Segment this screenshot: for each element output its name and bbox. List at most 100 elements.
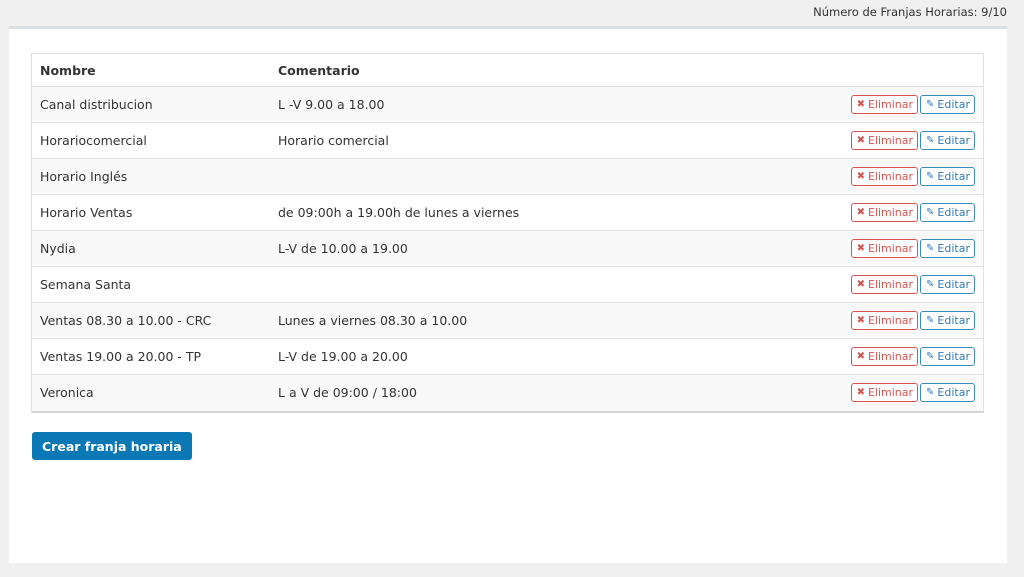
time-slot-comment: [270, 158, 732, 195]
delete-button[interactable]: ✖ Eliminar: [850, 203, 919, 222]
delete-button[interactable]: ✖ Eliminar: [850, 131, 919, 150]
delete-button-label: Eliminar: [867, 314, 914, 327]
row-actions: ✖ Eliminar ✎ Editar: [731, 266, 983, 303]
time-slot-name: Horario Inglés: [32, 158, 270, 195]
time-slot-name: Canal distribucion: [32, 86, 270, 123]
edit-button-label: Editar: [937, 206, 970, 219]
times-icon: ✖: [856, 98, 865, 110]
edit-button-label: Editar: [937, 242, 970, 255]
delete-button-label: Eliminar: [867, 278, 914, 291]
edit-button-label: Editar: [937, 350, 970, 363]
time-slot-comment: L-V de 10.00 a 19.00: [270, 230, 732, 267]
delete-button[interactable]: ✖ Eliminar: [850, 347, 919, 366]
time-slots-table-wrapper: Nombre Comentario Canal distribucion L -V…: [31, 53, 984, 413]
row-actions: ✖ Eliminar ✎ Editar: [731, 374, 983, 411]
time-slot-comment: de 09:00h a 19.00h de lunes a viernes: [270, 194, 732, 231]
pencil-icon: ✎: [926, 350, 935, 362]
column-header-actions: [731, 54, 983, 87]
delete-button[interactable]: ✖ Eliminar: [850, 95, 919, 114]
pencil-icon: ✎: [926, 98, 935, 110]
edit-button[interactable]: ✎ Editar: [920, 311, 975, 330]
edit-button[interactable]: ✎ Editar: [920, 383, 975, 403]
pencil-icon: ✎: [926, 170, 935, 182]
delete-button-label: Eliminar: [867, 386, 914, 400]
table-row: Horario Ventas de 09:00h a 19.00h de lune…: [32, 194, 983, 231]
time-slot-comment: Horario comercial: [270, 122, 732, 159]
top-bar: Número de Franjas Horarias: 9/10: [0, 0, 1024, 26]
time-slot-name: Ventas 08.30 a 10.00 - CRC: [32, 302, 270, 339]
pencil-icon: ✎: [926, 386, 935, 398]
times-icon: ✖: [856, 278, 865, 290]
time-slot-name: Semana Santa: [32, 266, 270, 303]
edit-button-label: Editar: [937, 134, 970, 147]
table-row: Ventas 19.00 a 20.00 - TP L-V de 19.00 a …: [32, 338, 983, 375]
table-row: Horario Inglés ✖ Eliminar ✎ Editar: [32, 158, 983, 195]
delete-button[interactable]: ✖ Eliminar: [850, 275, 919, 294]
time-slot-comment: L -V 9.00 a 18.00: [270, 86, 732, 123]
times-icon: ✖: [856, 350, 865, 362]
table-body: Canal distribucion L -V 9.00 a 18.00 ✖ Elim…: [32, 86, 983, 411]
pencil-icon: ✎: [926, 134, 935, 146]
time-slots-table: Nombre Comentario Canal distribucion L -V…: [32, 54, 983, 411]
edit-button[interactable]: ✎ Editar: [920, 131, 975, 150]
time-slot-comment: [270, 266, 732, 303]
content-panel: Nombre Comentario Canal distribucion L -V…: [9, 26, 1007, 563]
edit-button[interactable]: ✎ Editar: [920, 239, 975, 258]
edit-button-label: Editar: [937, 278, 970, 291]
edit-button[interactable]: ✎ Editar: [920, 347, 975, 366]
row-actions: ✖ Eliminar ✎ Editar: [731, 194, 983, 231]
time-slot-name: Horario Ventas: [32, 194, 270, 231]
delete-button[interactable]: ✖ Eliminar: [850, 383, 919, 403]
time-slot-name: Nydia: [32, 230, 270, 267]
table-row: Canal distribucion L -V 9.00 a 18.00 ✖ Elim…: [32, 86, 983, 123]
table-row: Ventas 08.30 a 10.00 - CRC Lunes a vierne…: [32, 302, 983, 339]
time-slot-comment: L a V de 09:00 / 18:00: [270, 374, 732, 411]
edit-button[interactable]: ✎ Editar: [920, 203, 975, 222]
time-slot-counter: Número de Franjas Horarias: 9/10: [813, 5, 1007, 19]
row-actions: ✖ Eliminar ✎ Editar: [731, 122, 983, 159]
pencil-icon: ✎: [926, 242, 935, 254]
times-icon: ✖: [856, 314, 865, 326]
time-slot-comment: Lunes a viernes 08.30 a 10.00: [270, 302, 732, 339]
edit-button[interactable]: ✎ Editar: [920, 167, 975, 186]
edit-button-label: Editar: [937, 314, 970, 327]
time-slot-comment: L-V de 19.00 a 20.00: [270, 338, 732, 375]
delete-button[interactable]: ✖ Eliminar: [850, 167, 919, 186]
row-actions: ✖ Eliminar ✎ Editar: [731, 158, 983, 195]
delete-button-label: Eliminar: [867, 98, 914, 111]
time-slot-name: Ventas 19.00 a 20.00 - TP: [32, 338, 270, 375]
pencil-icon: ✎: [926, 314, 935, 326]
delete-button-label: Eliminar: [867, 206, 914, 219]
table-row: Semana Santa ✖ Eliminar ✎ Editar: [32, 266, 983, 303]
times-icon: ✖: [856, 242, 865, 254]
column-header-comentario: Comentario: [270, 54, 732, 87]
row-actions: ✖ Eliminar ✎ Editar: [731, 338, 983, 375]
table-row: Veronica L a V de 09:00 / 18:00 ✖ Eliminar ✎…: [32, 374, 983, 411]
table-row: Nydia L-V de 10.00 a 19.00 ✖ Eliminar ✎ Edita…: [32, 230, 983, 267]
edit-button-label: Editar: [937, 386, 970, 400]
pencil-icon: ✎: [926, 206, 935, 218]
times-icon: ✖: [856, 134, 865, 146]
row-actions: ✖ Eliminar ✎ Editar: [731, 230, 983, 267]
time-slot-name: Horariocomercial: [32, 122, 270, 159]
edit-button-label: Editar: [937, 170, 970, 183]
edit-button-label: Editar: [937, 98, 970, 111]
table-row: Horariocomercial Horario comercial ✖ Elimin…: [32, 122, 983, 159]
table-header-row: Nombre Comentario: [32, 54, 983, 87]
row-actions: ✖ Eliminar ✎ Editar: [731, 86, 983, 123]
delete-button-label: Eliminar: [867, 134, 914, 147]
delete-button[interactable]: ✖ Eliminar: [850, 311, 919, 330]
column-header-nombre: Nombre: [32, 54, 270, 87]
delete-button[interactable]: ✖ Eliminar: [850, 239, 919, 258]
times-icon: ✖: [856, 170, 865, 182]
pencil-icon: ✎: [926, 278, 935, 290]
time-slot-name: Veronica: [32, 374, 270, 411]
create-time-slot-button[interactable]: Crear franja horaria: [32, 432, 192, 460]
edit-button[interactable]: ✎ Editar: [920, 95, 975, 114]
delete-button-label: Eliminar: [867, 170, 914, 183]
times-icon: ✖: [856, 386, 865, 398]
row-actions: ✖ Eliminar ✎ Editar: [731, 302, 983, 339]
delete-button-label: Eliminar: [867, 242, 914, 255]
times-icon: ✖: [856, 206, 865, 218]
edit-button[interactable]: ✎ Editar: [920, 275, 975, 294]
